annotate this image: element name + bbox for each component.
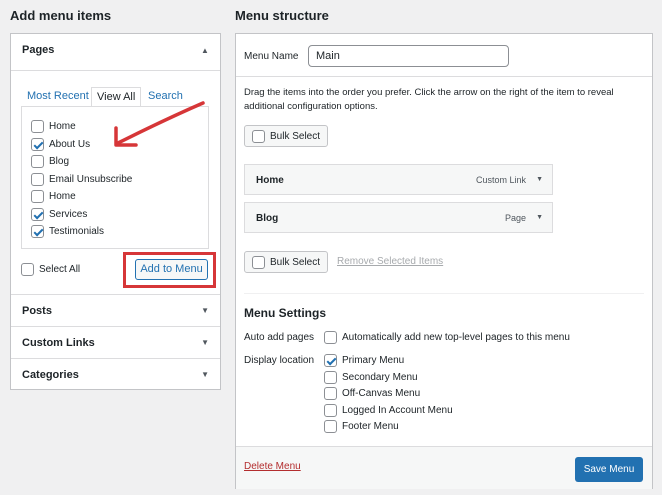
expand-arrow-icon: ▼ [201,338,209,347]
menu-name-label: Menu Name [244,51,299,62]
bulk-select-label: Bulk Select [270,257,321,268]
custom-links-section[interactable]: Custom Links ▼ [11,326,220,358]
bulk-select-checkbox[interactable] [252,130,265,143]
page-checkbox-testimonials[interactable] [31,225,44,238]
tab-most-recent[interactable]: Most Recent [27,90,89,102]
menu-settings-title: Menu Settings [244,306,327,320]
pages-section-title[interactable]: Pages [22,44,54,56]
bulk-select-label: Bulk Select [270,131,321,142]
page-label: Home [49,191,76,202]
page-checkbox-about-us[interactable] [31,138,44,151]
auto-add-pages-label: Auto add pages [244,332,315,343]
page-label: Email Unsubscribe [49,174,133,185]
menu-structure-panel: Menu Name Main Drag the items into the o… [235,33,653,489]
bulk-select-button-top[interactable]: Bulk Select [244,125,328,147]
menu-item-home[interactable]: Home Custom Link ▼ [244,164,553,195]
custom-links-section-title: Custom Links [22,337,95,349]
location-label: Off-Canvas Menu [342,388,421,399]
location-checkbox-off-canvas[interactable] [324,387,337,400]
page-checkbox-home-2[interactable] [31,190,44,203]
expand-arrow-icon: ▼ [201,306,209,315]
collapse-arrow-icon[interactable]: ▲ [201,46,209,55]
page-label: Testimonials [49,226,105,237]
location-label: Primary Menu [342,355,405,366]
page-label: Home [49,121,76,132]
page-label: Blog [49,156,70,167]
instructions-text: Drag the items into the order you prefer… [244,87,614,112]
page-checkbox-services[interactable] [31,208,44,221]
bulk-select-checkbox[interactable] [252,256,265,269]
display-location-label: Display location [244,355,315,366]
location-checkbox-secondary[interactable] [324,371,337,384]
categories-section-title: Categories [22,369,79,381]
menu-item-type: Page [504,213,526,223]
menu-item-toggle-icon[interactable]: ▼ [536,176,543,183]
bulk-select-button-bottom[interactable]: Bulk Select [244,251,328,273]
menu-item-title: Blog [256,213,279,224]
delete-menu-link[interactable]: Delete Menu [244,461,301,472]
auto-add-pages-text: Automatically add new top-level pages to… [342,332,570,343]
add-menu-items-heading: Add menu items [10,8,112,23]
page-label: About Us [49,139,91,150]
auto-add-pages-checkbox[interactable] [324,331,337,344]
location-checkbox-footer[interactable] [324,420,337,433]
location-label: Logged In Account Menu [342,405,453,416]
expand-arrow-icon: ▼ [201,370,209,379]
divider [244,293,644,294]
divider [11,70,220,71]
add-menu-items-panel: Pages ▲ Most Recent View All Search Home… [10,33,221,390]
location-label: Secondary Menu [342,372,418,383]
location-label: Footer Menu [342,421,399,432]
posts-section-title: Posts [22,305,52,317]
posts-section[interactable]: Posts ▼ [11,294,220,326]
menu-item-toggle-icon[interactable]: ▼ [536,214,543,221]
menu-structure-heading: Menu structure [235,8,329,23]
save-menu-button[interactable]: Save Menu [575,457,643,482]
divider [236,76,652,77]
menu-item-type: Custom Link [475,175,526,185]
menu-item-blog[interactable]: Blog Page ▼ [244,202,553,233]
page-label: Services [49,209,88,220]
annotation-arrow-icon [114,101,205,147]
location-checkbox-logged-in[interactable] [324,404,337,417]
location-checkbox-primary[interactable] [324,354,337,367]
select-all-checkbox[interactable] [21,263,34,276]
categories-section[interactable]: Categories ▼ [11,358,220,390]
remove-selected-items-link[interactable]: Remove Selected Items [337,256,443,267]
page-checkbox-email-unsubscribe[interactable] [31,173,44,186]
page-checkbox-home[interactable] [31,120,44,133]
menu-item-title: Home [256,175,284,186]
add-to-menu-button[interactable]: Add to Menu [135,259,208,280]
page-checkbox-blog[interactable] [31,155,44,168]
menu-name-input[interactable]: Main [308,45,509,67]
select-all-label: Select All [39,264,81,275]
